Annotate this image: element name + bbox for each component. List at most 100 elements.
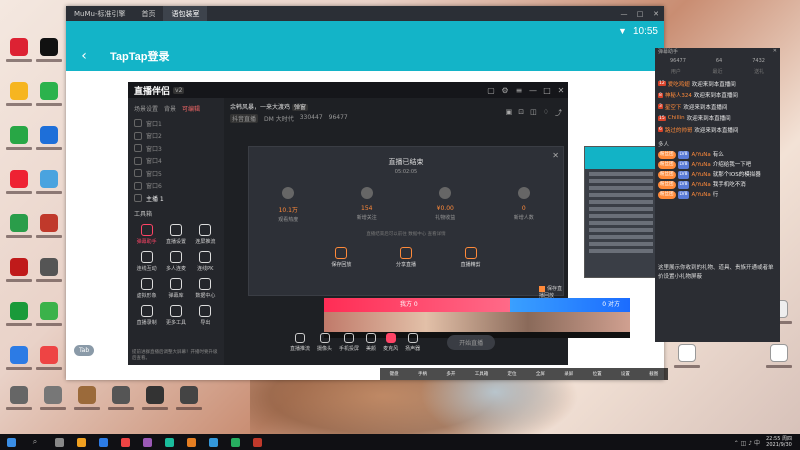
taskview-icon[interactable]	[48, 434, 70, 450]
emu-tool[interactable]: 键盘	[390, 371, 399, 377]
save-replay-button[interactable]: 保存回放	[331, 247, 351, 268]
scene-item[interactable]: 窗口6	[128, 180, 224, 193]
search-icon[interactable]: ⌕	[22, 437, 48, 447]
emu-tool[interactable]: 全屏	[536, 371, 545, 377]
minimize-icon[interactable]: —	[526, 86, 540, 95]
desktop-icon[interactable]	[140, 386, 170, 430]
desktop-icon[interactable]	[38, 386, 68, 430]
desktop-icon[interactable]	[4, 38, 34, 82]
room-tag[interactable]: 弹窗	[291, 104, 308, 111]
mic-button[interactable]: 麦克风	[383, 332, 398, 352]
emu-tool[interactable]: 手柄	[418, 371, 427, 377]
user-name[interactable]: A/YuNa	[691, 181, 710, 189]
settings-icon[interactable]: ⚙	[498, 86, 512, 95]
tool-record[interactable]: 直播录制	[132, 304, 161, 326]
taskbar-app-icon[interactable]	[180, 434, 202, 450]
taskbar-clock[interactable]: 22:55 周四 2021/9/30	[766, 436, 800, 448]
user-name[interactable]: A/YuNa	[691, 151, 710, 159]
emu-tool[interactable]: 录屏	[564, 371, 573, 377]
desktop-icon[interactable]	[4, 258, 34, 302]
tab-background[interactable]: 背景	[164, 104, 176, 113]
user-name[interactable]: Chillin	[668, 115, 685, 121]
user-name[interactable]: 路过的帅哥	[665, 126, 693, 134]
emu-tool[interactable]: 定位	[508, 371, 517, 377]
desktop-icon[interactable]	[72, 386, 102, 430]
emulator-tab-home[interactable]: 首页	[133, 6, 163, 21]
desktop-icon[interactable]	[34, 82, 64, 126]
taskbar-app-icon[interactable]	[202, 434, 224, 450]
tab-button[interactable]: Tab	[74, 345, 95, 356]
emulator-tab-app[interactable]: 语包装室	[163, 6, 208, 21]
user-name[interactable]: A/YuNa	[691, 171, 710, 179]
tray-icons[interactable]: ⌃ ◫ ♪ 中	[734, 438, 760, 447]
bell-icon[interactable]: ♢	[543, 108, 549, 118]
message-icon[interactable]: ▢	[484, 86, 498, 95]
tool-danmu[interactable]: 弹幕助手	[132, 223, 161, 245]
user-name[interactable]: A/YuNa	[691, 161, 710, 169]
taskbar-app-icon[interactable]	[114, 434, 136, 450]
close-icon[interactable]: ✕	[773, 48, 777, 56]
desktop-icon[interactable]	[4, 126, 34, 170]
scene-item-active[interactable]: 主播 1	[128, 192, 224, 205]
desktop-icon[interactable]	[4, 82, 34, 126]
emu-tool[interactable]: 设置	[621, 371, 630, 377]
share-icon[interactable]: ⤴	[555, 108, 562, 118]
back-arrow-icon[interactable]: ‹	[66, 48, 102, 64]
desktop-icon[interactable]	[4, 302, 34, 346]
emu-tool[interactable]: 多开	[446, 371, 455, 377]
tool-pk[interactable]: 连线PK	[191, 250, 220, 272]
tool-multi-mic[interactable]: 多人连麦	[161, 250, 190, 272]
user-name[interactable]: 爱吃鸡翅	[668, 80, 690, 88]
header-label[interactable]: 送礼	[754, 68, 764, 75]
desktop-icon[interactable]	[34, 170, 64, 214]
taskbar-app-icon[interactable]	[246, 434, 268, 450]
emu-tool[interactable]: 工具箱	[475, 371, 489, 377]
clip-button[interactable]: 直播精剪	[461, 247, 481, 268]
tab-editable[interactable]: 可编辑	[182, 104, 200, 113]
close-icon[interactable]: ✕	[648, 10, 664, 18]
start-icon[interactable]	[0, 434, 22, 450]
desktop-icon[interactable]	[4, 214, 34, 258]
phone-cast-button[interactable]: 手机投屏	[339, 332, 359, 352]
emu-tool[interactable]: 截图	[649, 371, 658, 377]
maximize-icon[interactable]: □	[540, 86, 554, 95]
user-name[interactable]: 神秘人324	[665, 91, 692, 99]
scene-item[interactable]: 窗口4	[128, 155, 224, 168]
tool-settings[interactable]: 直播设置	[161, 223, 190, 245]
gift-icon[interactable]: ◫	[530, 108, 537, 118]
lock-icon[interactable]: ⊡	[518, 108, 524, 118]
desktop-icon[interactable]	[672, 344, 702, 388]
tool-push[interactable]: 连屏推流	[191, 223, 220, 245]
user-name[interactable]: A/YuNa	[691, 191, 710, 199]
tool-more[interactable]: 更多工具	[161, 304, 190, 326]
share-button[interactable]: 分享直播	[396, 247, 416, 268]
speaker-button[interactable]: 扬声器	[405, 332, 420, 352]
menu-icon[interactable]: ≡	[512, 86, 526, 95]
start-stream-button[interactable]: 开始直播	[447, 334, 496, 350]
desktop-icon[interactable]	[34, 38, 64, 82]
emu-tool[interactable]: 位置	[593, 371, 602, 377]
taskbar-app-icon[interactable]	[224, 434, 246, 450]
close-icon[interactable]: ✕	[552, 151, 559, 160]
desktop-icon[interactable]	[34, 258, 64, 302]
layout-icon[interactable]: ▣	[506, 108, 513, 118]
minimize-icon[interactable]: —	[616, 10, 632, 18]
desktop-icon[interactable]	[764, 344, 794, 388]
beauty-button[interactable]: 美颜	[366, 332, 376, 352]
tool-danmu-lib[interactable]: 弹幕库	[161, 277, 190, 299]
desktop-icon[interactable]	[34, 302, 64, 346]
tab-scene[interactable]: 场景设置	[134, 104, 158, 113]
tool-data[interactable]: 数据中心	[191, 277, 220, 299]
scene-item[interactable]: 窗口2	[128, 130, 224, 143]
taskbar-app-icon[interactable]	[92, 434, 114, 450]
desktop-icon[interactable]	[4, 170, 34, 214]
maximize-icon[interactable]: □	[632, 10, 648, 18]
taskbar-app-icon[interactable]	[136, 434, 158, 450]
tool-avatar[interactable]: 虚拟形象	[132, 277, 161, 299]
header-label[interactable]: 最近	[712, 68, 722, 75]
desktop-icon[interactable]	[4, 386, 34, 430]
camera-button[interactable]: 摄像头	[317, 332, 332, 352]
desktop-icon[interactable]	[4, 346, 34, 390]
desktop-icon[interactable]	[34, 126, 64, 170]
push-button[interactable]: 直播推流	[290, 332, 310, 352]
